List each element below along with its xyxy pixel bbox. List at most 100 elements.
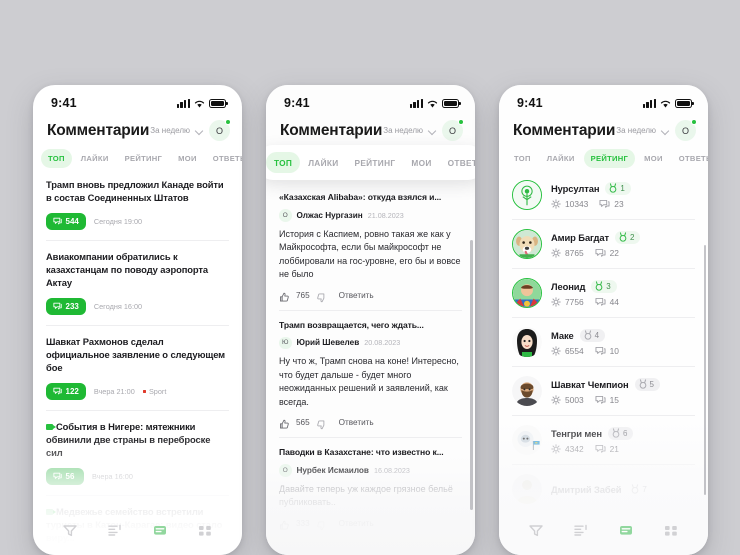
user-name[interactable]: Шавкат Чемпион	[551, 379, 629, 390]
tab-top[interactable]: ТОП	[41, 149, 72, 168]
comments-value: 22	[609, 247, 619, 258]
reply-button[interactable]: Ответить	[339, 519, 374, 528]
karma-stat: 4342	[551, 444, 584, 454]
author-name[interactable]: Юрий Шевелев	[297, 338, 360, 347]
news-timestamp: Вчера 16:00	[92, 471, 133, 481]
comment-author-row: Ю Юрий Шевелев 20.08.2023	[279, 336, 462, 349]
avatar-letter: О	[681, 125, 689, 136]
medal-icon	[610, 183, 617, 193]
tab-replies[interactable]: ОТВЕТЫ	[672, 149, 708, 168]
comment-actions: 565 Ответить	[279, 417, 462, 430]
user-info: Дмитрий Забей 7	[551, 483, 653, 496]
comments-icon[interactable]	[153, 524, 167, 537]
user-name[interactable]: Нурсултан	[551, 183, 600, 194]
list-icon[interactable]	[108, 524, 122, 537]
user-name[interactable]: Тенгри мен	[551, 428, 602, 439]
karma-sun-icon	[551, 345, 561, 356]
avatar[interactable]: О	[209, 119, 231, 141]
tab-rating[interactable]: РЕЙТИНГ	[118, 149, 170, 168]
medal-icon	[619, 232, 627, 242]
news-category[interactable]: Sport	[142, 387, 166, 396]
comment-count-badge[interactable]: 233	[46, 297, 86, 315]
user-name[interactable]: Леонид	[551, 281, 585, 292]
header-controls: За неделю О	[383, 119, 464, 141]
notification-dot	[225, 119, 231, 125]
user-info: Нурсултан 1 10343 23	[551, 181, 631, 209]
grid-icon[interactable]	[664, 524, 678, 537]
thumbs-down-icon[interactable]	[316, 518, 327, 530]
chevron-down-icon[interactable]	[196, 127, 203, 134]
comment-source-title[interactable]: «Казахская Alibaba»: откуда взялся и...	[279, 192, 462, 202]
reply-button[interactable]: Ответить	[339, 291, 374, 300]
avatar[interactable]: О	[675, 119, 697, 141]
tab-top[interactable]: ТОП	[266, 152, 301, 173]
comment-count-badge[interactable]: 122	[46, 382, 86, 400]
user-name[interactable]: Дмитрий Забей	[551, 484, 621, 495]
comments-icon[interactable]	[619, 524, 633, 537]
scrollbar[interactable]	[470, 240, 473, 510]
comment-count-badge[interactable]: 56	[46, 467, 84, 485]
thumbs-up-icon[interactable]	[279, 518, 290, 530]
user-stats: 10343 23	[551, 199, 631, 209]
thumbs-down-icon[interactable]	[316, 290, 327, 302]
user-name[interactable]: Маке	[551, 330, 574, 341]
user-info: Маке 4 6554 10	[551, 328, 619, 356]
tab-rating[interactable]: РЕЙТИНГ	[347, 152, 404, 173]
period-filter-label[interactable]: За неделю	[383, 126, 423, 135]
thumbs-up-icon[interactable]	[279, 290, 290, 302]
tab-mine[interactable]: МОИ	[171, 149, 204, 168]
tab-rating[interactable]: РЕЙТИНГ	[583, 149, 636, 168]
comment-source-title[interactable]: Паводки в Казахстане: что известно к...	[279, 447, 462, 457]
tab-replies[interactable]: ОТВЕТЫ	[440, 152, 475, 173]
scrollbar[interactable]	[703, 245, 706, 495]
list-item[interactable]: Шавкат Рахмонов сделал официальное заявл…	[46, 324, 229, 410]
avatar[interactable]: О	[442, 119, 464, 141]
comment-author-row: О Олжас Нургазин 21.08.2023	[279, 209, 462, 222]
list-item[interactable]: Паводки в Казахстане: что известно к... …	[279, 437, 462, 538]
karma-value: 6554	[565, 345, 584, 356]
comment-count-badge[interactable]: 544	[46, 212, 86, 230]
thumbs-up-icon[interactable]	[279, 417, 290, 429]
user-name[interactable]: Амир Багдат	[551, 232, 609, 243]
comments-stat: 44	[595, 297, 619, 307]
table-row[interactable]: Маке 4 6554 10	[512, 317, 695, 366]
comment-source-title[interactable]: Трамп возвращается, чего ждать...	[279, 320, 462, 330]
tab-mine[interactable]: МОИ	[637, 149, 670, 168]
thumbs-down-icon[interactable]	[316, 417, 327, 430]
table-row[interactable]: Леонид 3 7756 44	[512, 268, 695, 317]
chevron-down-icon[interactable]	[662, 127, 669, 134]
list-item[interactable]: События в Нигере: мятежники обвинили две…	[46, 409, 229, 495]
filter-icon[interactable]	[528, 524, 543, 537]
filter-icon[interactable]	[62, 524, 77, 537]
tab-top[interactable]: ТОП	[507, 149, 538, 168]
tab-mine[interactable]: МОИ	[403, 152, 439, 173]
comments-value: 23	[614, 198, 624, 209]
period-filter-label[interactable]: За неделю	[616, 126, 656, 135]
list-item[interactable]: Трамп вновь предложил Канаде войти в сос…	[46, 174, 229, 240]
table-row[interactable]: Дмитрий Забей 7	[512, 464, 695, 513]
period-filter-label[interactable]: За неделю	[150, 126, 190, 135]
tab-likes[interactable]: ЛАЙКИ	[540, 149, 582, 168]
table-row[interactable]: Амир Багдат 2 8765 22	[512, 219, 695, 268]
author-name[interactable]: Олжас Нургазин	[297, 211, 363, 220]
table-row[interactable]: Нурсултан 1 10343 23	[512, 174, 695, 219]
tab-likes[interactable]: ЛАЙКИ	[74, 149, 116, 168]
table-row[interactable]: Шавкат Чемпион 5 5003 15	[512, 366, 695, 415]
dandelion-avatar	[512, 180, 542, 210]
tab-replies[interactable]: ОТВЕТЫ	[206, 149, 242, 168]
user-name-row: Маке 4	[551, 328, 619, 342]
chevron-down-icon[interactable]	[429, 127, 436, 134]
table-row[interactable]: Тенгри мен 6 4342 21	[512, 415, 695, 464]
reply-button[interactable]: Ответить	[339, 418, 374, 427]
grid-icon[interactable]	[198, 524, 212, 537]
karma-value: 7756	[565, 296, 584, 307]
author-name[interactable]: Нурбек Исмаилов	[297, 466, 369, 475]
list-item[interactable]: Авиакомпании обратились к казахстанцам п…	[46, 239, 229, 325]
list-icon[interactable]	[574, 524, 588, 537]
comment-bubble-icon	[595, 444, 606, 453]
list-item[interactable]: Трамп возвращается, чего ждать... Ю Юрий…	[279, 309, 462, 438]
battery-full-icon	[675, 98, 694, 108]
list-item[interactable]: «Казахская Alibaba»: откуда взялся и... …	[279, 183, 462, 310]
tab-likes[interactable]: ЛАЙКИ	[300, 152, 346, 173]
page-title: Комментарии	[280, 121, 383, 139]
